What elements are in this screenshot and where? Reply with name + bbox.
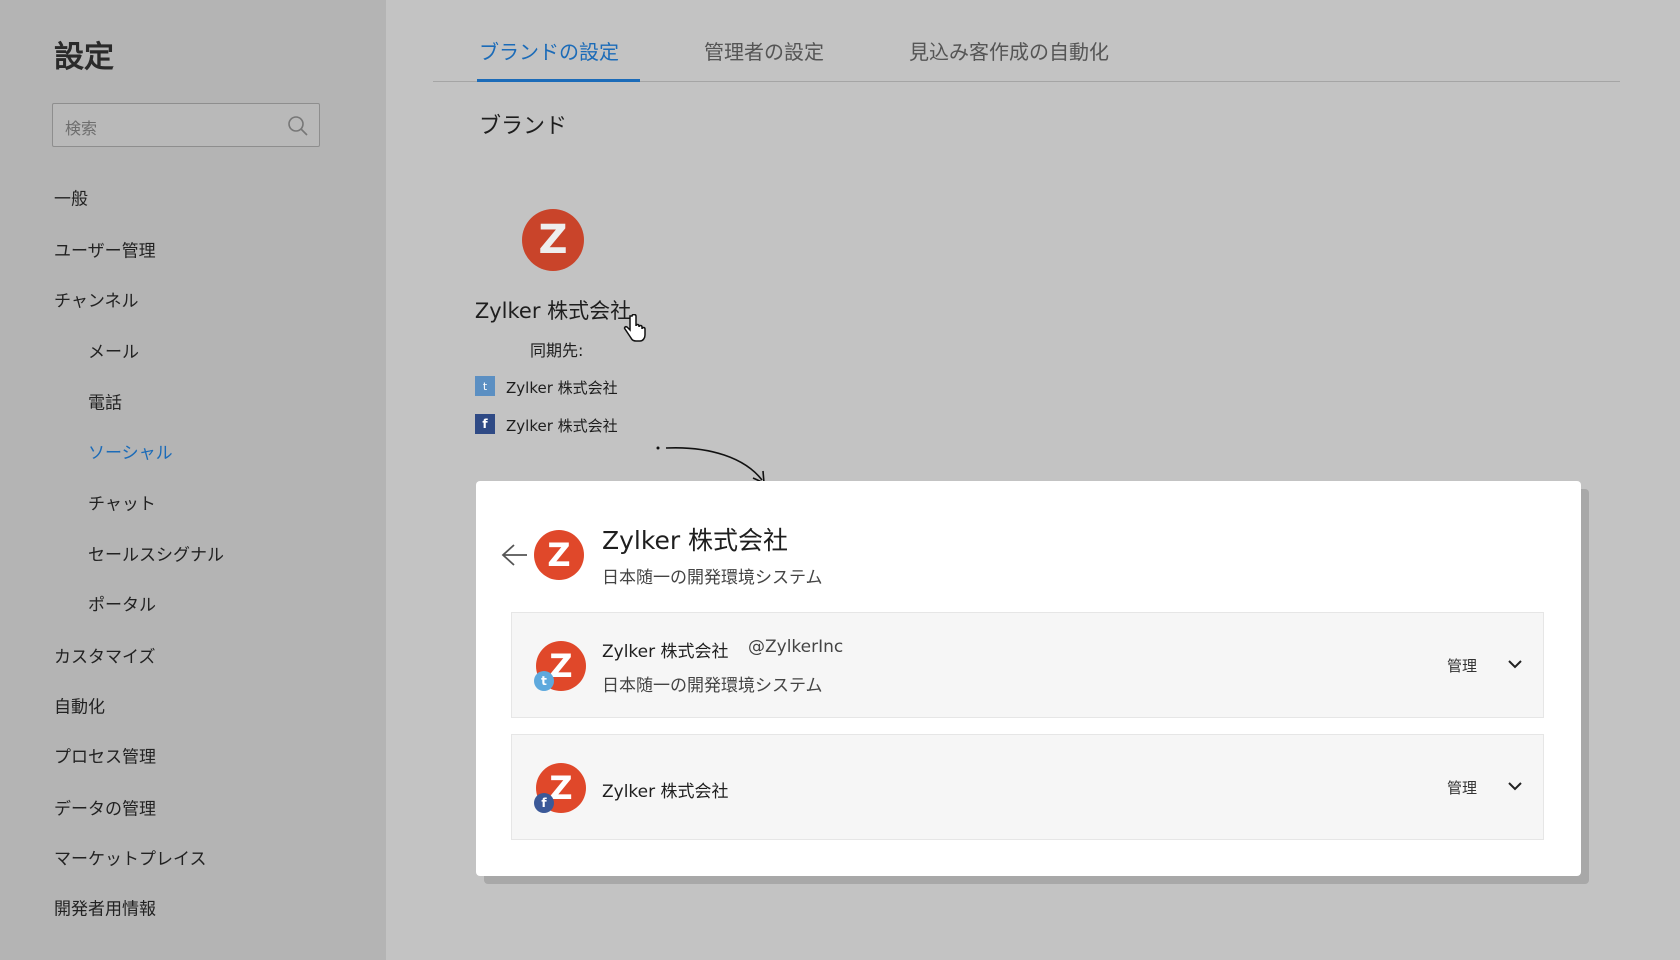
sidebar-item[interactable]: チャット <box>88 490 156 515</box>
account-handle: @ZylkerInc <box>748 637 844 657</box>
facebook-icon: f <box>475 414 495 434</box>
twitter-badge-icon: t <box>534 671 554 691</box>
twitter-icon: t <box>475 376 495 396</box>
sidebar-item[interactable]: ソーシャル <box>88 439 173 464</box>
manage-button[interactable]: 管理 <box>1447 777 1477 798</box>
brand-logo: Z <box>522 209 584 271</box>
tab-admin-settings[interactable]: 管理者の設定 <box>704 36 824 65</box>
sidebar-item[interactable]: 一般 <box>54 185 88 210</box>
back-arrow-icon[interactable] <box>500 543 528 567</box>
brand-name[interactable]: Zylker 株式会社 <box>475 295 631 325</box>
sidebar-item[interactable]: チャンネル <box>54 287 139 312</box>
tab-brand-settings[interactable]: ブランドの設定 <box>479 36 619 65</box>
sidebar: 設定 検索 一般ユーザー管理 チャンネルメール電話ソーシャルチャットセールスシグナ… <box>0 0 386 960</box>
account-desc: 日本随一の開発環境システム <box>602 676 823 696</box>
card-logo: Z <box>534 530 584 580</box>
chevron-down-icon[interactable] <box>1507 658 1523 670</box>
sidebar-item[interactable]: 開発者用情報 <box>54 895 156 920</box>
sidebar-item[interactable]: メール <box>88 338 139 363</box>
settings-title: 設定 <box>54 40 114 75</box>
tab-lead-automation[interactable]: 見込み客作成の自動化 <box>909 36 1109 65</box>
twitter-account: Zylker 株式会社 <box>506 379 618 397</box>
sidebar-item[interactable]: プロセス管理 <box>54 743 156 768</box>
active-tab-indicator <box>477 79 640 82</box>
facebook-account: Zylker 株式会社 <box>506 417 618 435</box>
sidebar-item[interactable]: ユーザー管理 <box>54 237 156 262</box>
sidebar-item[interactable]: 自動化 <box>54 693 105 718</box>
sync-label: 同期先: <box>530 341 584 360</box>
twitter-account-row[interactable]: Z t Zylker 株式会社 @ZylkerInc 日本随一の開発環境システム… <box>511 612 1544 718</box>
hand-cursor-icon <box>623 314 646 342</box>
search-placeholder: 検索 <box>65 119 98 138</box>
chevron-down-icon[interactable] <box>1507 780 1523 792</box>
brand-heading: ブランド <box>479 114 568 139</box>
search-icon <box>288 116 308 136</box>
sidebar-item[interactable]: データの管理 <box>54 795 156 820</box>
brand-detail-card: Z Zylker 株式会社 日本随一の開発環境システム Z t Zylker 株… <box>476 481 1581 876</box>
sidebar-item[interactable]: ポータル <box>88 591 156 616</box>
account-name: Zylker 株式会社 <box>602 642 729 662</box>
facebook-account-row[interactable]: Z f Zylker 株式会社 管理 <box>511 734 1544 840</box>
sidebar-item[interactable]: セールスシグナル <box>88 541 224 566</box>
sidebar-item[interactable]: マーケットプレイス <box>54 845 207 870</box>
search-input[interactable]: 検索 <box>52 103 320 147</box>
account-name: Zylker 株式会社 <box>602 782 729 802</box>
sidebar-item[interactable]: カスタマイズ <box>54 643 156 668</box>
facebook-badge-icon: f <box>534 793 554 813</box>
card-subtitle: 日本随一の開発環境システム <box>602 568 823 588</box>
sidebar-item[interactable]: 電話 <box>88 389 122 414</box>
manage-button[interactable]: 管理 <box>1447 655 1477 676</box>
card-title: Zylker 株式会社 <box>602 526 789 555</box>
